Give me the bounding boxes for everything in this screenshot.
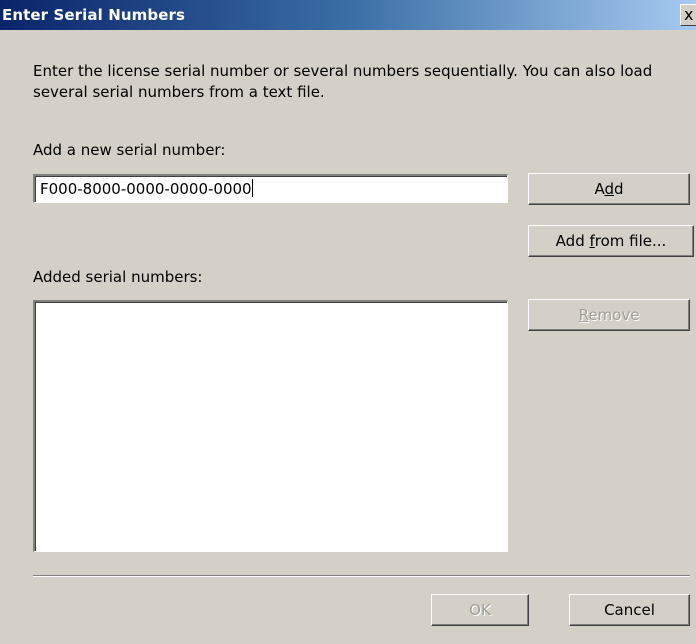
add-button[interactable]: Add xyxy=(528,173,690,205)
serial-number-input[interactable]: F000-8000-0000-0000-0000 xyxy=(33,174,508,203)
instructions-text: Enter the license serial number or sever… xyxy=(33,62,653,101)
footer-divider xyxy=(33,575,690,577)
enter-serial-numbers-dialog: Enter Serial Numbers x Enter the license… xyxy=(0,0,696,644)
close-icon: x xyxy=(684,5,694,24)
ok-button[interactable]: OK xyxy=(431,594,529,626)
serial-number-value: F000-8000-0000-0000-0000 xyxy=(40,180,252,198)
add-from-file-button[interactable]: Add from file... xyxy=(528,225,694,257)
cancel-button[interactable]: Cancel xyxy=(569,594,690,626)
close-button[interactable]: x xyxy=(680,4,696,26)
title-bar[interactable]: Enter Serial Numbers x xyxy=(0,0,696,30)
dialog-title: Enter Serial Numbers xyxy=(2,6,185,24)
added-serials-label: Added serial numbers: xyxy=(33,268,203,286)
new-serial-label: Add a new serial number: xyxy=(33,141,226,159)
added-serials-list[interactable] xyxy=(33,300,508,552)
text-caret xyxy=(251,179,253,197)
remove-button[interactable]: Remove xyxy=(528,299,690,331)
